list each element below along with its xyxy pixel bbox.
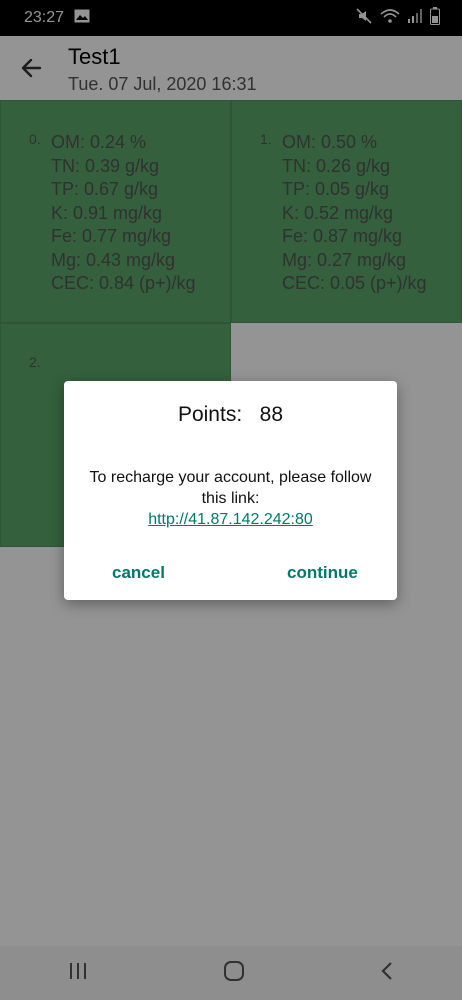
- dialog-message: To recharge your account, please follow …: [89, 469, 372, 507]
- dialog-message-block: To recharge your account, please follow …: [84, 467, 377, 530]
- cancel-button[interactable]: cancel: [112, 563, 165, 583]
- points-value: 88: [259, 403, 284, 426]
- points-row: Points: 88: [64, 403, 397, 427]
- recharge-dialog: Points: 88 To recharge your account, ple…: [64, 381, 397, 600]
- continue-button[interactable]: continue: [287, 563, 358, 583]
- recharge-link[interactable]: http://41.87.142.242:80: [148, 511, 313, 528]
- points-label: Points:: [177, 403, 243, 426]
